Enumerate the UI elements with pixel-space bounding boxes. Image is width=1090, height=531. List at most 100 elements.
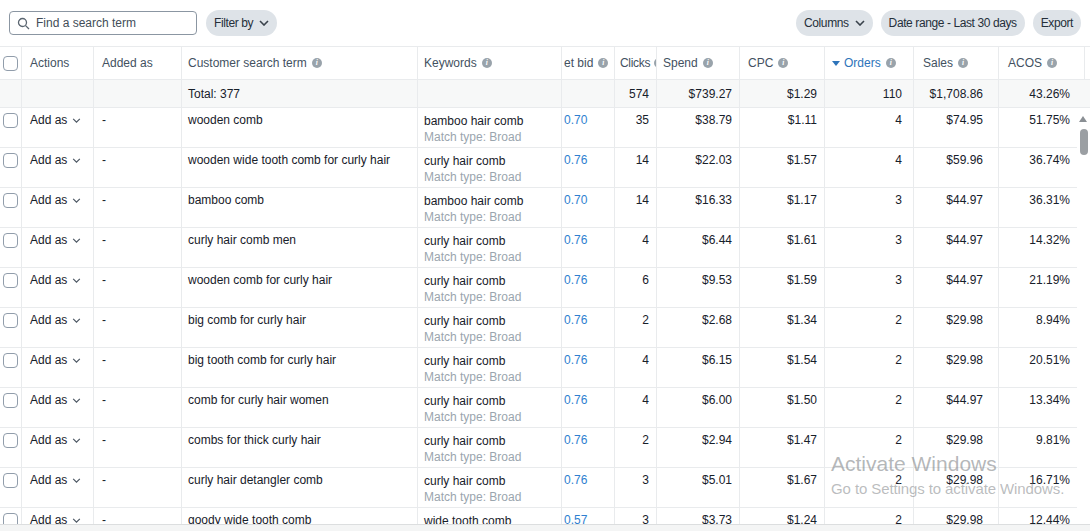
bid-link[interactable]: 0.76 (564, 393, 587, 407)
add-as-label: Add as (30, 473, 67, 487)
search-input[interactable] (36, 16, 189, 30)
row-checkbox[interactable] (3, 153, 18, 168)
spend-value: $22.03 (657, 148, 740, 188)
col-header-clicks[interactable]: Clicksi (615, 46, 657, 80)
cpc-value: $1.50 (740, 388, 825, 428)
add-as-dropdown[interactable]: Add as (30, 393, 81, 407)
spend-value: $38.79 (657, 108, 740, 148)
search-box[interactable] (9, 11, 197, 35)
table-row: Add as - combs for thick curly hair curl… (0, 428, 1090, 468)
total-acos: 43.26% (999, 80, 1085, 108)
row-checkbox[interactable] (3, 113, 18, 128)
row-checkbox[interactable] (3, 393, 18, 408)
filter-by-label: Filter by (214, 16, 253, 30)
bid-link[interactable]: 0.70 (564, 193, 587, 207)
add-as-dropdown[interactable]: Add as (30, 313, 81, 327)
col-header-orders[interactable]: Ordersi (825, 46, 914, 80)
info-icon[interactable]: i (778, 58, 788, 68)
add-as-dropdown[interactable]: Add as (30, 353, 81, 367)
date-range-label: Date range - Last 30 days (889, 16, 1017, 30)
bid-link[interactable]: 0.76 (564, 273, 587, 287)
keyword: curly hair comb (424, 433, 561, 449)
chevron-down-icon (72, 198, 81, 203)
add-as-dropdown[interactable]: Add as (30, 193, 81, 207)
bid-link[interactable]: 0.76 (564, 473, 587, 487)
total-sales: $1,708.86 (914, 80, 999, 108)
cpc-value: $1.34 (740, 308, 825, 348)
clicks-value: 4 (615, 348, 657, 388)
col-header-bid[interactable]: et bidi (562, 46, 615, 80)
clicks-value: 2 (615, 308, 657, 348)
col-header-added-as[interactable]: Added as (94, 46, 182, 80)
row-checkbox[interactable] (3, 313, 18, 328)
orders-value: 4 (825, 148, 914, 188)
added-as-value: - (94, 228, 182, 268)
horizontal-scrollbar[interactable] (0, 524, 1090, 531)
col-header-keywords[interactable]: Keywordsi (418, 46, 562, 80)
info-icon[interactable]: i (482, 58, 492, 68)
col-header-sales[interactable]: Salesi (914, 46, 999, 80)
info-icon[interactable]: i (312, 58, 322, 68)
col-header-actions[interactable]: Actions (22, 46, 94, 80)
bid-link[interactable]: 0.76 (564, 353, 587, 367)
add-as-dropdown[interactable]: Add as (30, 273, 81, 287)
added-as-value: - (94, 268, 182, 308)
orders-value: 2 (825, 388, 914, 428)
columns-button[interactable]: Columns (796, 10, 873, 36)
spend-value: $6.44 (657, 228, 740, 268)
row-checkbox[interactable] (3, 273, 18, 288)
row-checkbox[interactable] (3, 353, 18, 368)
total-orders: 110 (825, 80, 914, 108)
scrollbar-thumb[interactable] (1080, 129, 1088, 155)
scroll-up-icon[interactable] (1079, 116, 1087, 122)
customer-search-term: comb for curly hair women (182, 388, 418, 428)
export-button[interactable]: Export (1033, 10, 1081, 36)
date-range-button[interactable]: Date range - Last 30 days (881, 10, 1025, 36)
row-checkbox[interactable] (3, 233, 18, 248)
table-row: Add as - big comb for curly hair curly h… (0, 308, 1090, 348)
customer-search-term: big comb for curly hair (182, 308, 418, 348)
filter-by-button[interactable]: Filter by (206, 10, 277, 36)
customer-search-term: curly hair comb men (182, 228, 418, 268)
col-header-customer-search-term[interactable]: Customer search termi (182, 46, 418, 80)
col-header-acos[interactable]: ACOSi (999, 46, 1085, 80)
add-as-dropdown[interactable]: Add as (30, 473, 81, 487)
row-checkbox[interactable] (3, 193, 18, 208)
add-as-dropdown[interactable]: Add as (30, 113, 81, 127)
spend-value: $16.33 (657, 188, 740, 228)
clicks-value: 14 (615, 148, 657, 188)
clicks-value: 4 (615, 388, 657, 428)
chevron-down-icon (855, 20, 865, 26)
bid-link[interactable]: 0.76 (564, 433, 587, 447)
bid-link[interactable]: 0.76 (564, 233, 587, 247)
add-as-dropdown[interactable]: Add as (30, 433, 81, 447)
col-header-spend[interactable]: Spendi (657, 46, 740, 80)
acos-value: 16.71% (999, 468, 1085, 508)
total-row: Total: 377 574 $739.27 $1.29 110 $1,708.… (0, 80, 1090, 108)
match-type: Match type: Broad (424, 329, 561, 345)
customer-search-term: curly hair detangler comb (182, 468, 418, 508)
row-checkbox[interactable] (3, 433, 18, 448)
info-icon[interactable]: i (598, 58, 608, 68)
select-all-checkbox[interactable] (3, 56, 18, 71)
col-header-cpc[interactable]: CPCi (740, 46, 825, 80)
bid-link[interactable]: 0.70 (564, 113, 587, 127)
info-icon[interactable]: i (958, 58, 968, 68)
info-icon[interactable]: i (703, 58, 713, 68)
row-checkbox[interactable] (3, 473, 18, 488)
table-row: Add as - wooden comb for curly hair curl… (0, 268, 1090, 308)
sales-value: $59.96 (914, 148, 999, 188)
bid-link[interactable]: 0.76 (564, 313, 587, 327)
orders-value: 3 (825, 268, 914, 308)
add-as-dropdown[interactable]: Add as (30, 153, 81, 167)
total-clicks: 574 (615, 80, 657, 108)
add-as-label: Add as (30, 313, 67, 327)
info-icon[interactable]: i (886, 58, 896, 68)
add-as-dropdown[interactable]: Add as (30, 233, 81, 247)
cpc-value: $1.59 (740, 268, 825, 308)
bid-link[interactable]: 0.76 (564, 153, 587, 167)
info-icon[interactable]: i (1047, 58, 1057, 68)
orders-value: 2 (825, 428, 914, 468)
vertical-scrollbar[interactable] (1077, 108, 1090, 531)
sales-value: $74.95 (914, 108, 999, 148)
